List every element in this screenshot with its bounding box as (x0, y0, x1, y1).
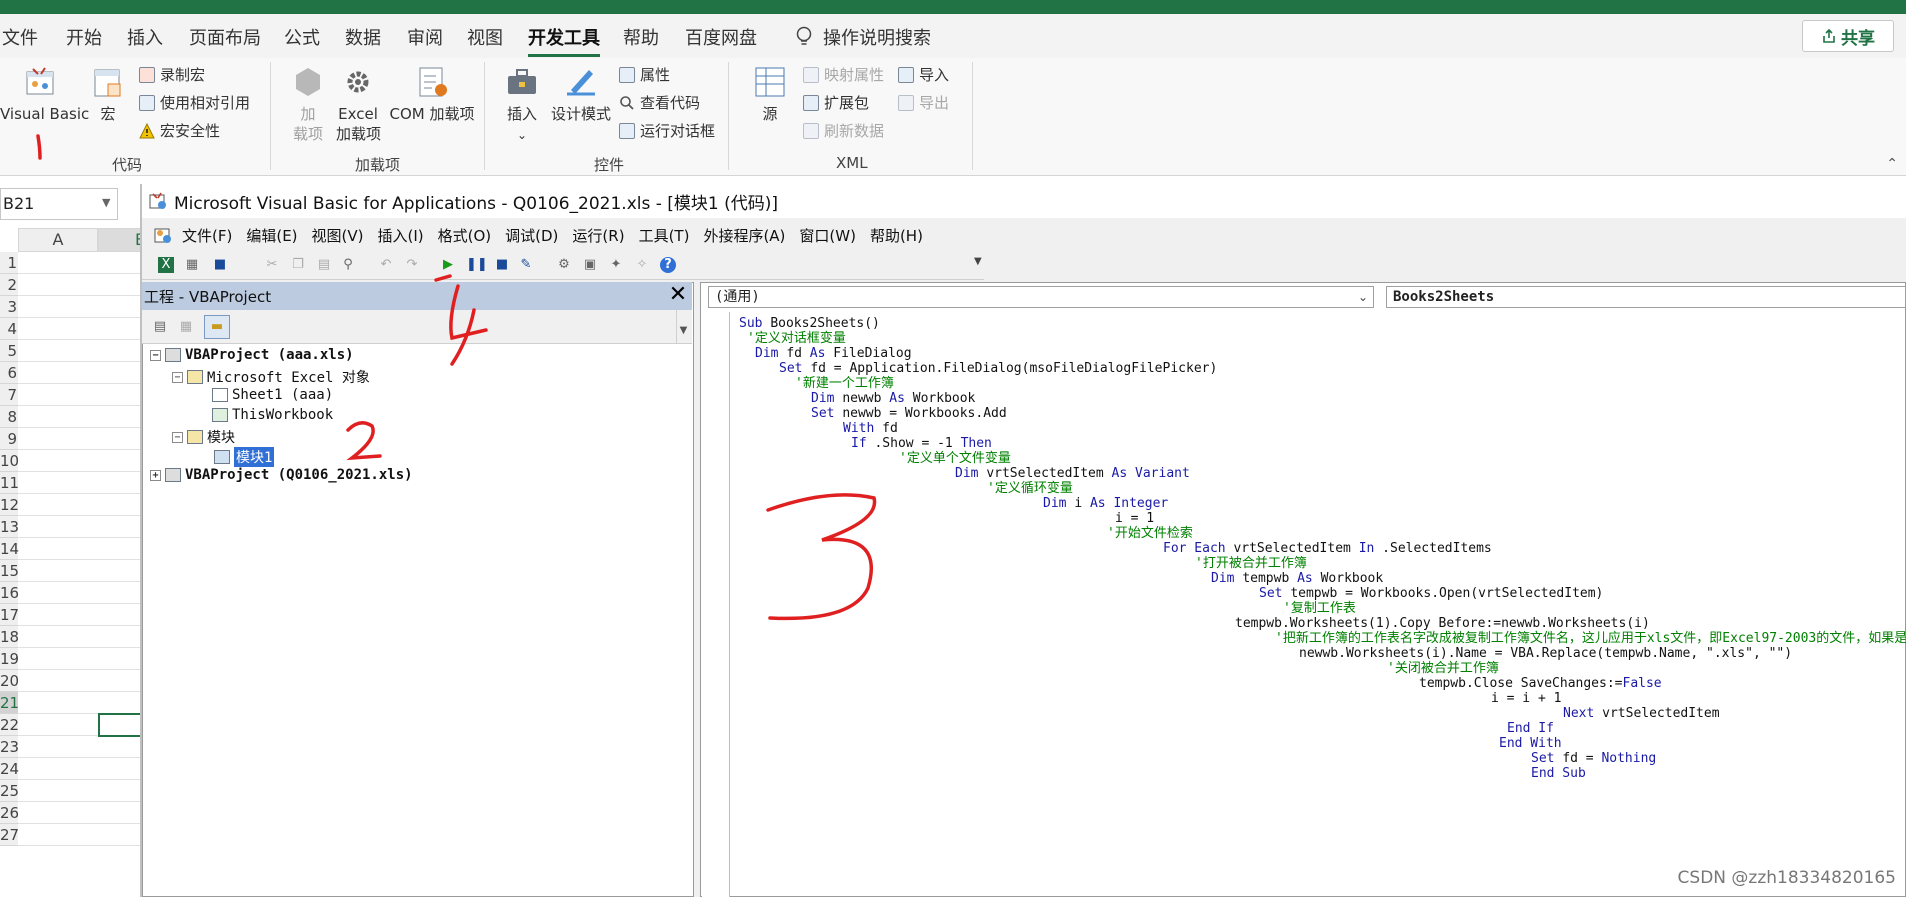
annotation-layer (36, 134, 877, 621)
watermark: CSDN @zzh18334820165 (1677, 868, 1896, 888)
annotation-mark-2 (346, 421, 382, 461)
annotation-mark-3 (766, 493, 877, 621)
annotation-mark-4 (434, 274, 488, 366)
annotation-mark-1 (36, 134, 42, 160)
